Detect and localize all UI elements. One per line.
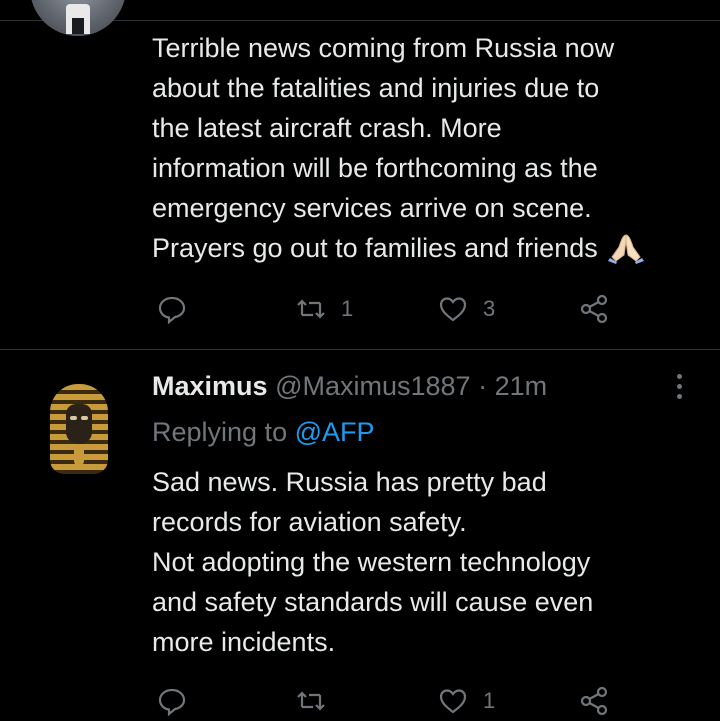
retweet-icon [297, 691, 325, 711]
pharaoh-eye [70, 416, 77, 420]
share-button[interactable] [578, 681, 610, 721]
more-icon [677, 374, 682, 379]
user-handle[interactable]: @Maximus1887 [275, 371, 471, 401]
tweet-actions: 1 [152, 681, 622, 721]
avatar-figure-shadow [72, 18, 84, 34]
retweet-button[interactable]: 1 [295, 289, 353, 329]
like-count: 1 [483, 688, 496, 713]
share-icon [580, 686, 608, 716]
separator-dot: · [478, 371, 488, 401]
like-icon [439, 297, 467, 322]
more-options-button[interactable] [667, 372, 691, 402]
like-count: 3 [483, 296, 496, 321]
retweet-count: 1 [341, 296, 354, 321]
share-icon [580, 294, 608, 324]
replying-to-prefix: Replying to [152, 417, 288, 447]
tweet-body: Terrible news coming from Russia now abo… [152, 33, 615, 263]
retweet-button[interactable] [295, 681, 327, 721]
tweet-header: Maximus @Maximus1887 · 21m [152, 366, 547, 406]
share-button[interactable] [578, 289, 610, 329]
timestamp[interactable]: 21m [495, 371, 548, 401]
avatar[interactable] [30, 0, 126, 36]
pharaoh-face [66, 404, 92, 444]
reply-icon [158, 296, 186, 325]
tweet-text: Sad news. Russia has pretty bad records … [152, 467, 594, 657]
like-button[interactable]: 1 [437, 681, 495, 721]
replying-to: Replying to @AFP [152, 412, 375, 452]
retweet-icon [297, 299, 325, 319]
reply-button[interactable] [156, 289, 188, 329]
avatar[interactable] [40, 378, 118, 482]
tweet-actions: 1 3 [152, 289, 622, 329]
like-icon [439, 689, 467, 714]
reply-icon [158, 688, 186, 717]
tweet-divider [0, 349, 720, 350]
tweet-text: Terrible news coming from Russia now abo… [152, 28, 712, 268]
like-button[interactable]: 3 [437, 289, 495, 329]
folded-hands-emoji [607, 234, 644, 264]
reply-button[interactable] [156, 681, 188, 721]
mention-link[interactable]: @AFP [295, 417, 375, 447]
user-name[interactable]: Maximus [152, 371, 268, 401]
more-icon [677, 394, 682, 399]
pharaoh-eye [81, 416, 88, 420]
pharaoh-beard [74, 444, 84, 466]
more-icon [677, 384, 682, 389]
